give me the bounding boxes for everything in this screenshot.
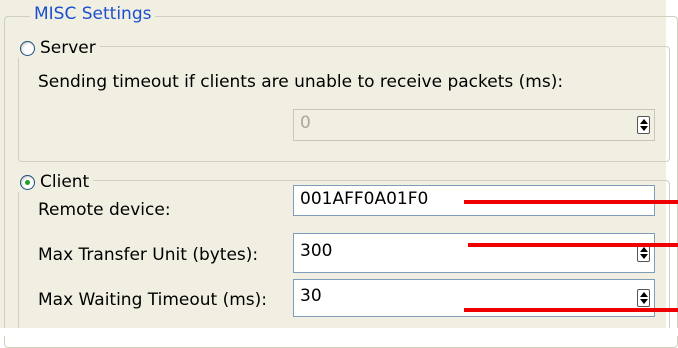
remote-device-value: 001AFF0A01F0 xyxy=(300,189,429,209)
server-timeout-input[interactable]: 0 xyxy=(293,109,655,141)
remote-device-label: Remote device: xyxy=(38,200,171,220)
client-radio-button[interactable] xyxy=(20,174,35,190)
max-waiting-timeout-label: Max Waiting Timeout (ms): xyxy=(38,290,268,310)
client-radio-option[interactable]: Client xyxy=(16,172,94,192)
server-radio-option[interactable]: Server xyxy=(16,38,100,58)
max-waiting-timeout-value: 30 xyxy=(300,286,322,306)
server-group xyxy=(18,46,670,162)
annotation-line-remote-device xyxy=(464,200,678,204)
annotation-line-timeout xyxy=(464,308,678,312)
server-timeout-value: 0 xyxy=(300,113,311,133)
server-radio-label: Server xyxy=(40,38,96,58)
annotation-line-mtu xyxy=(468,243,678,247)
max-waiting-timeout-spinner[interactable] xyxy=(637,289,650,307)
mtu-value: 300 xyxy=(300,241,333,261)
server-timeout-label: Sending timeout if clients are unable to… xyxy=(38,72,564,92)
misc-settings-title: MISC Settings xyxy=(30,4,156,24)
mtu-input[interactable]: 300 xyxy=(293,233,655,273)
server-radio-button[interactable] xyxy=(20,40,35,56)
server-timeout-spinner[interactable] xyxy=(637,116,650,134)
client-radio-label: Client xyxy=(40,172,90,192)
bottom-strip xyxy=(0,328,678,336)
mtu-label: Max Transfer Unit (bytes): xyxy=(38,245,259,265)
